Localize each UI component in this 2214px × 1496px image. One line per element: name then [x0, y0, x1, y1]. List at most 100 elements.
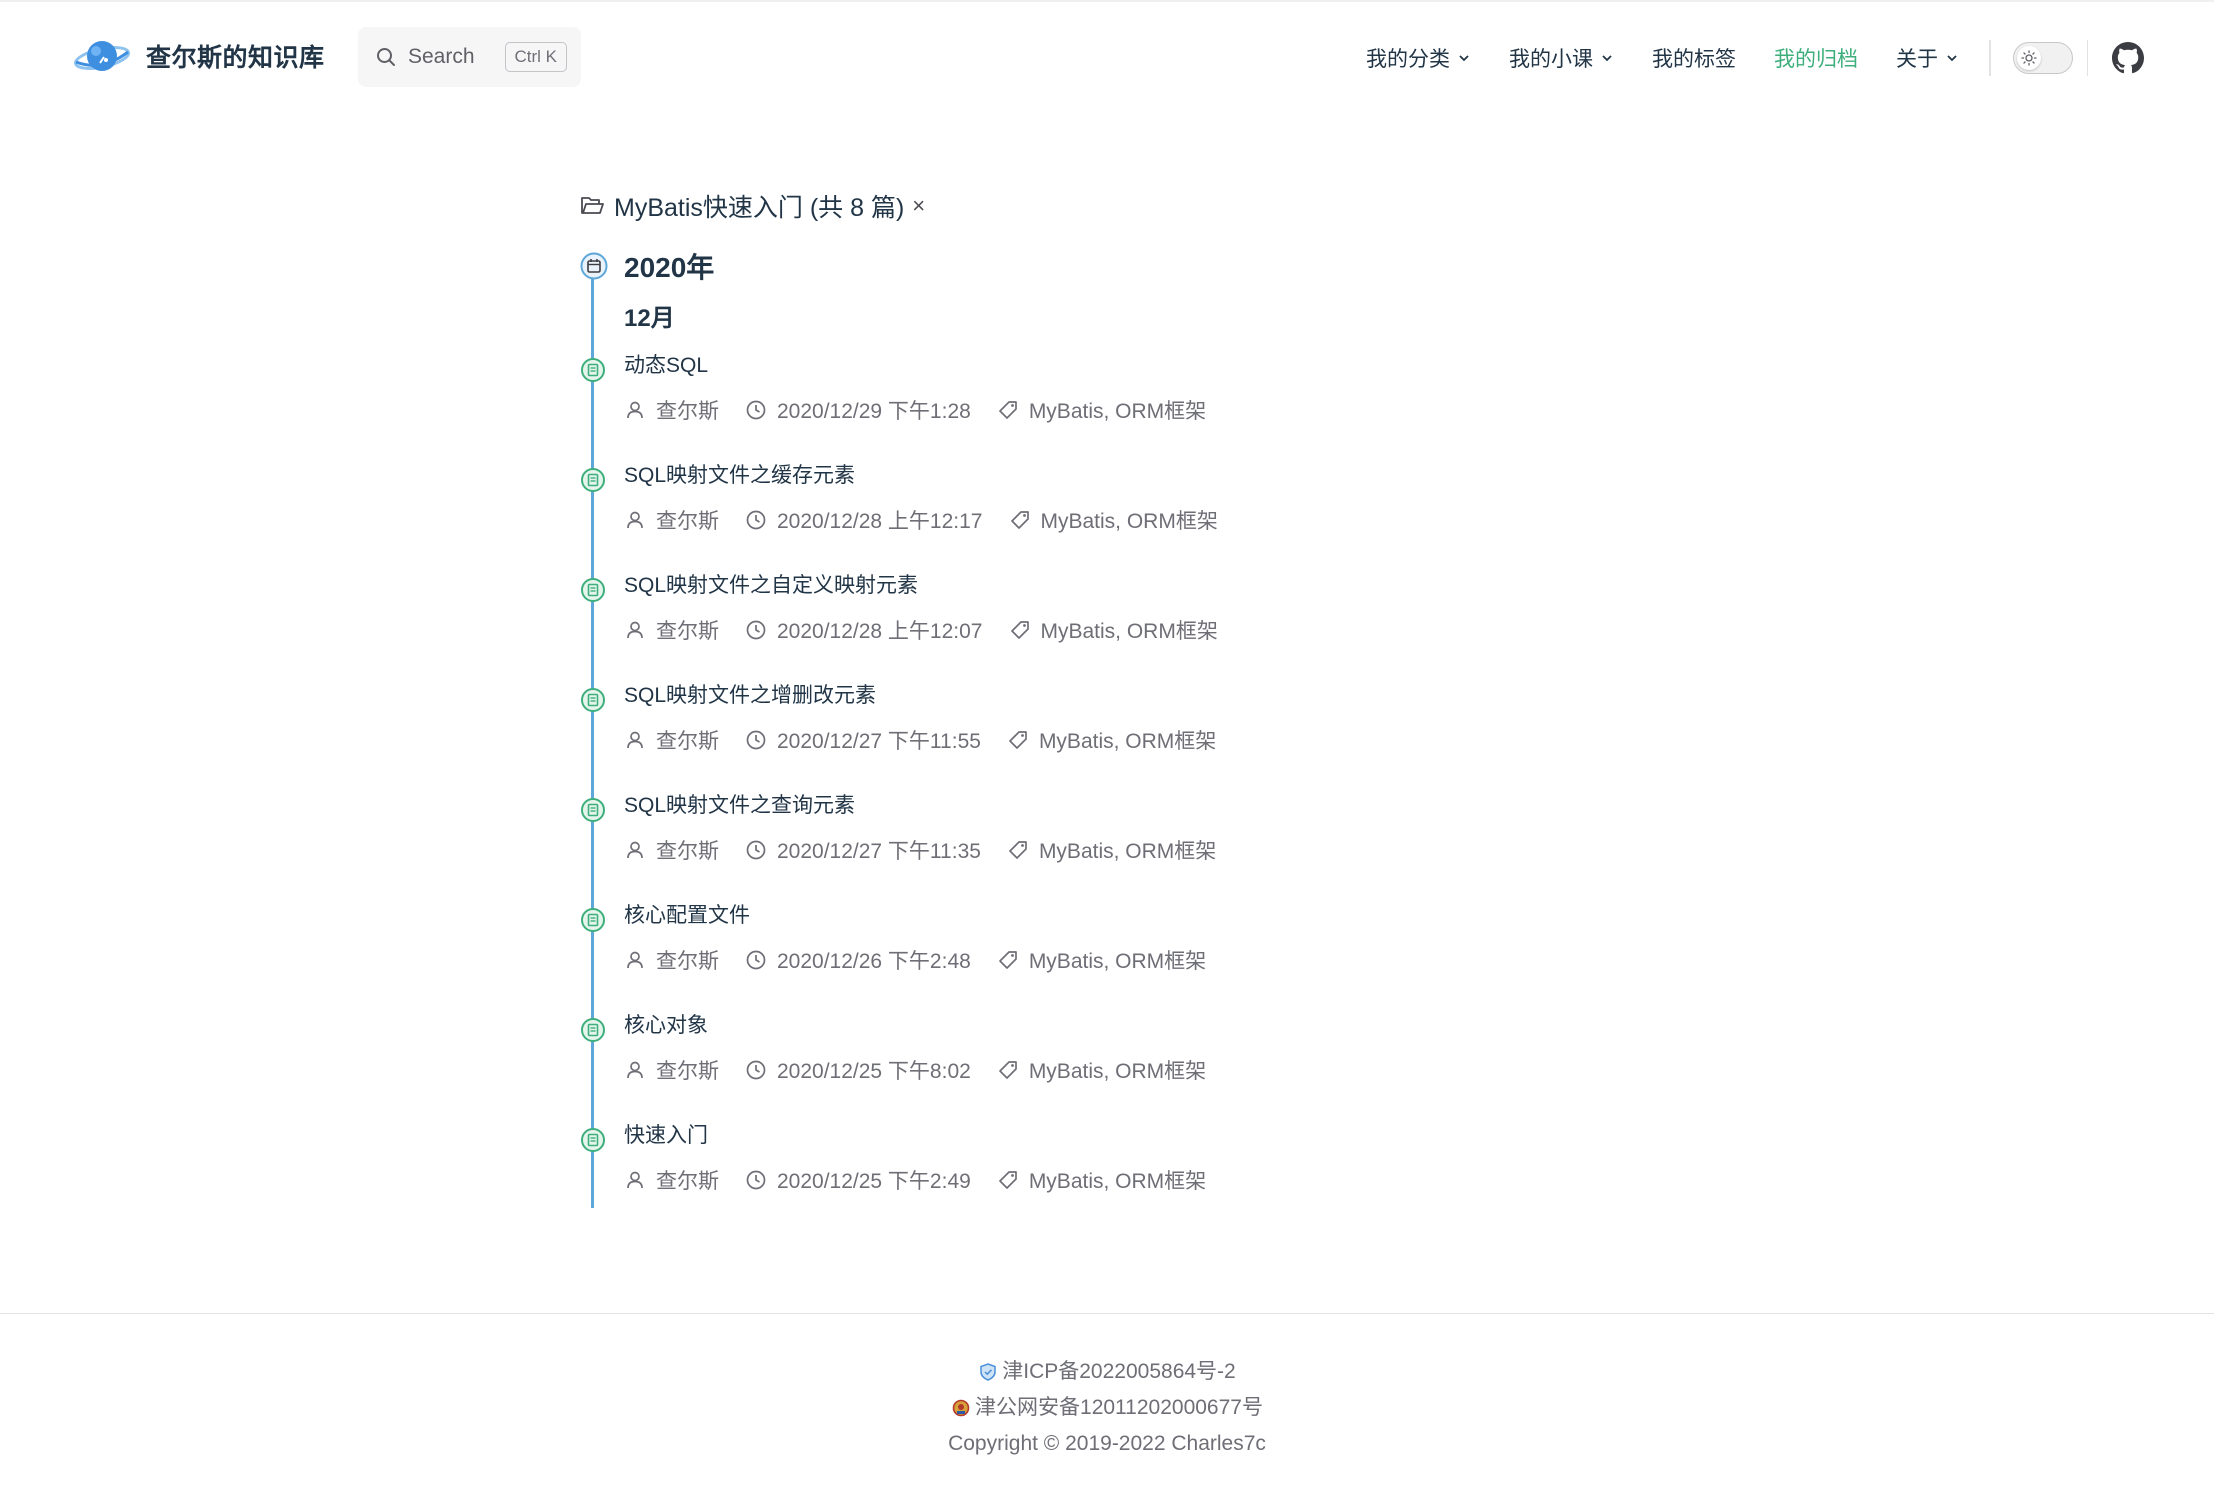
- nav-item-about[interactable]: 关于: [1896, 43, 1959, 73]
- post-item: SQL映射文件之增删改元素 查尔斯 2020/12/27 下午11:55 MyB…: [581, 676, 1400, 786]
- post-meta: 查尔斯 2020/12/27 下午11:35 MyBatis, ORM框架: [624, 835, 1400, 865]
- post-author[interactable]: 查尔斯: [624, 725, 719, 755]
- calendar-year-icon: [580, 252, 608, 280]
- shield-icon: [980, 1363, 996, 1381]
- search-label: Search: [408, 45, 475, 68]
- post-tags[interactable]: MyBatis, ORM框架: [1007, 835, 1216, 865]
- article-icon: [581, 688, 605, 712]
- post-author[interactable]: 查尔斯: [624, 505, 719, 535]
- tags-text: MyBatis, ORM框架: [1038, 730, 1217, 753]
- post-title-link[interactable]: SQL映射文件之查询元素: [624, 786, 1400, 826]
- nav-item-label: 我的小课: [1509, 48, 1593, 71]
- user-icon: [627, 1061, 643, 1079]
- post-meta: 查尔斯 2020/12/25 下午2:49 MyBatis, ORM框架: [624, 1165, 1400, 1195]
- tags-text: MyBatis, ORM框架: [1028, 400, 1207, 423]
- user-icon: [627, 1171, 643, 1189]
- post-tags[interactable]: MyBatis, ORM框架: [1009, 505, 1218, 535]
- tag-icon: [1010, 511, 1029, 529]
- post-author[interactable]: 查尔斯: [624, 395, 719, 425]
- post-meta: 查尔斯 2020/12/26 下午2:48 MyBatis, ORM框架: [624, 945, 1400, 975]
- nav-item-archives[interactable]: 我的归档: [1774, 43, 1858, 73]
- post-title-link[interactable]: SQL映射文件之增删改元素: [624, 676, 1400, 716]
- post-author[interactable]: 查尔斯: [624, 1165, 719, 1195]
- clear-filter-button[interactable]: ×: [912, 193, 925, 219]
- post-title-link[interactable]: SQL映射文件之自定义映射元素: [624, 566, 1400, 606]
- nav-item-label: 关于: [1896, 48, 1938, 71]
- github-icon[interactable]: [2112, 42, 2144, 74]
- clock-icon: [746, 510, 766, 530]
- nav-item-categories[interactable]: 我的分类: [1366, 43, 1471, 73]
- post-meta: 查尔斯 2020/12/28 上午12:17 MyBatis, ORM框架: [624, 505, 1400, 535]
- tag-icon: [998, 951, 1017, 969]
- article-icon: [581, 1128, 605, 1152]
- search-shortcut-badge: Ctrl K: [504, 42, 567, 72]
- post-title-link[interactable]: 动态SQL: [624, 346, 1400, 386]
- icp-text: 津ICP备2022005864号-2: [1002, 1360, 1236, 1383]
- date-text: 2020/12/26 下午2:48: [777, 950, 971, 973]
- date-text: 2020/12/29 下午1:28: [777, 400, 971, 423]
- post-date: 2020/12/29 下午1:28: [745, 395, 971, 425]
- nav-item-tags[interactable]: 我的标签: [1652, 43, 1736, 73]
- post-title-link[interactable]: SQL映射文件之缓存元素: [624, 456, 1400, 496]
- article-icon: [581, 798, 605, 822]
- post-author[interactable]: 查尔斯: [624, 835, 719, 865]
- category-filter-header: MyBatis快速入门 (共 8 篇) ×: [580, 186, 1400, 226]
- site-logo-link[interactable]: 查尔斯的知识库: [72, 32, 325, 80]
- post-meta: 查尔斯 2020/12/27 下午11:55 MyBatis, ORM框架: [624, 725, 1400, 755]
- author-name: 查尔斯: [656, 950, 719, 973]
- tag-icon: [1009, 841, 1027, 859]
- user-icon: [627, 621, 643, 639]
- post-meta: 查尔斯 2020/12/28 上午12:07 MyBatis, ORM框架: [624, 615, 1400, 645]
- month-label: 12月: [624, 305, 675, 332]
- tags-text: MyBatis, ORM框架: [1028, 950, 1207, 973]
- tag-icon: [998, 1061, 1017, 1079]
- tag-icon: [1010, 621, 1029, 639]
- post-item: 核心对象 查尔斯 2020/12/25 下午8:02 MyBatis, ORM框…: [581, 1006, 1400, 1116]
- post-tags[interactable]: MyBatis, ORM框架: [997, 1165, 1206, 1195]
- tags-text: MyBatis, ORM框架: [1038, 840, 1217, 863]
- article-icon: [581, 358, 605, 382]
- post-tags[interactable]: MyBatis, ORM框架: [1007, 725, 1216, 755]
- tag-icon: [1009, 731, 1027, 749]
- post-tags[interactable]: MyBatis, ORM框架: [1009, 615, 1218, 645]
- timeline-line: [591, 260, 594, 1208]
- article-icon: [581, 1018, 605, 1042]
- chevron-down-icon: [1947, 55, 1957, 62]
- main-nav: 我的分类 我的小课 我的标签 我的归档 关于: [1366, 2, 2214, 114]
- post-title-link[interactable]: 核心配置文件: [624, 896, 1400, 936]
- post-item: 核心配置文件 查尔斯 2020/12/26 下午2:48 MyBatis, OR…: [581, 896, 1400, 1006]
- tag-icon: [998, 1171, 1017, 1189]
- post-date: 2020/12/25 下午2:49: [745, 1165, 971, 1195]
- post-tags[interactable]: MyBatis, ORM框架: [997, 945, 1206, 975]
- author-name: 查尔斯: [656, 840, 719, 863]
- search-icon: [377, 48, 395, 66]
- nav-item-courses[interactable]: 我的小课: [1509, 43, 1614, 73]
- chevron-down-icon: [1459, 55, 1469, 62]
- clock-icon: [746, 1170, 766, 1190]
- post-author[interactable]: 查尔斯: [624, 945, 719, 975]
- post-title-link[interactable]: 快速入门: [624, 1116, 1400, 1156]
- theme-toggle-switch[interactable]: [2012, 42, 2073, 74]
- author-name: 查尔斯: [656, 510, 719, 533]
- police-badge-icon: [952, 1399, 970, 1417]
- clock-icon: [746, 1060, 766, 1080]
- date-text: 2020/12/27 下午11:35: [777, 840, 981, 863]
- search-button[interactable]: Search Ctrl K: [358, 27, 581, 87]
- planet-logo-icon: [74, 41, 130, 71]
- post-tags[interactable]: MyBatis, ORM框架: [997, 1055, 1206, 1085]
- icp-record-link[interactable]: 津ICP备2022005864号-2: [0, 1354, 2214, 1390]
- article-icon: [581, 468, 605, 492]
- post-author[interactable]: 查尔斯: [624, 1055, 719, 1085]
- post-title-link[interactable]: 核心对象: [624, 1006, 1400, 1046]
- post-item: SQL映射文件之缓存元素 查尔斯 2020/12/28 上午12:17 MyBa…: [581, 456, 1400, 566]
- police-record-link[interactable]: 津公网安备12011202000677号: [0, 1390, 2214, 1426]
- site-title: 查尔斯的知识库: [146, 44, 325, 72]
- post-tags[interactable]: MyBatis, ORM框架: [997, 395, 1206, 425]
- tags-text: MyBatis, ORM框架: [1028, 1060, 1207, 1083]
- folder-open-icon: [581, 197, 604, 214]
- user-icon: [627, 511, 643, 529]
- archive-main: MyBatis快速入门 (共 8 篇) × 2020年 12月 动态SQL 查尔…: [580, 186, 1400, 1226]
- archive-timeline: 2020年 12月 动态SQL 查尔斯 2020/12/29 下午1:28 My…: [580, 246, 1400, 1226]
- post-author[interactable]: 查尔斯: [624, 615, 719, 645]
- post-item: 快速入门 查尔斯 2020/12/25 下午2:49 MyBatis, ORM框…: [581, 1116, 1400, 1226]
